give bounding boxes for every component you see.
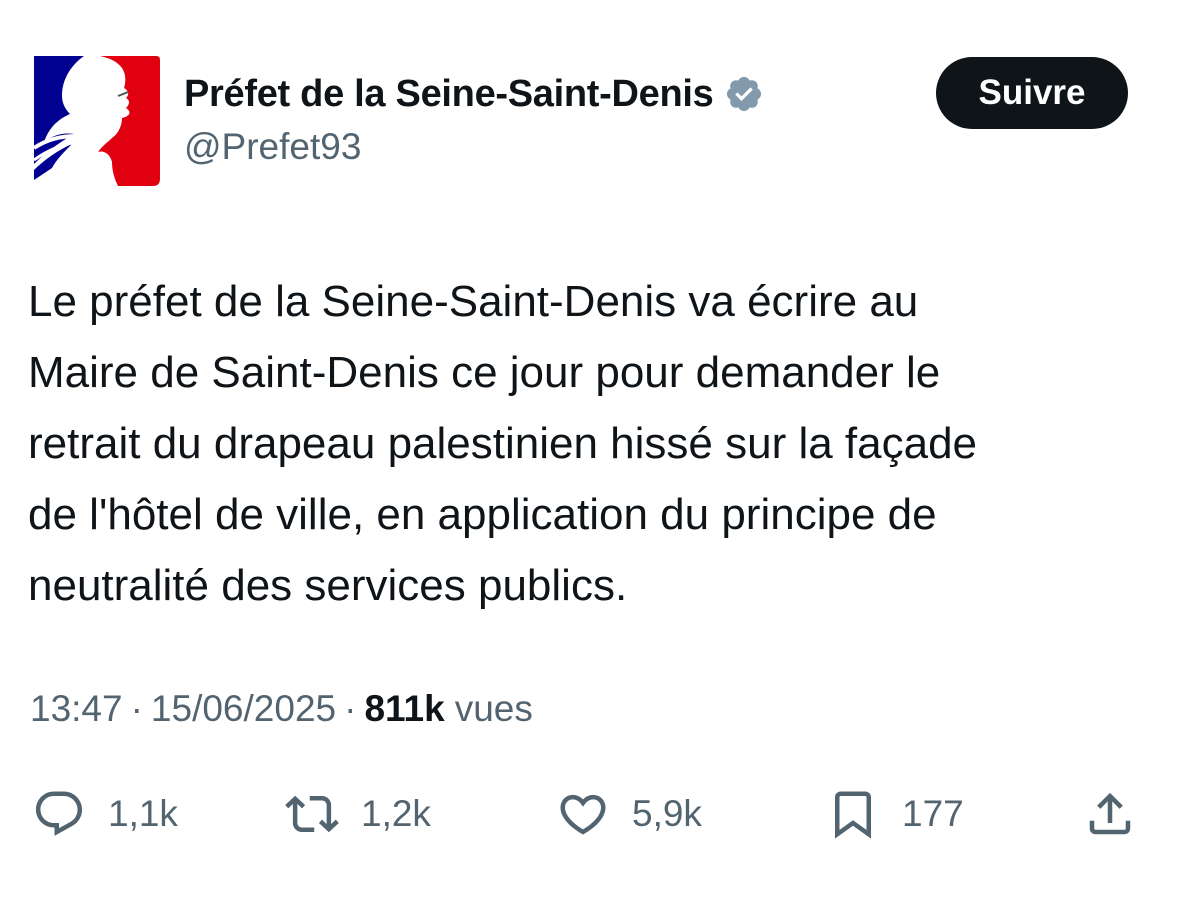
meta-separator: ·	[344, 688, 357, 729]
retweet-button[interactable]: 1,2k	[285, 786, 431, 842]
tweet-meta: 13:47 · 15/06/2025 · 811k vues	[30, 688, 533, 730]
reply-button[interactable]: 1,1k	[32, 786, 178, 842]
tweet-time[interactable]: 13:47	[30, 688, 123, 730]
views-count[interactable]: 811k	[364, 688, 444, 730]
avatar[interactable]	[26, 52, 160, 186]
tweet-text: Le préfet de la Seine-Saint-Denis va écr…	[28, 277, 978, 610]
tweet-date[interactable]: 15/06/2025	[151, 688, 336, 730]
share-button[interactable]	[1083, 786, 1137, 842]
heart-icon	[560, 794, 606, 835]
display-name-row[interactable]: Préfet de la Seine-Saint-Denis	[184, 68, 764, 120]
follow-button[interactable]: Suivre	[936, 57, 1128, 129]
retweet-count: 1,2k	[361, 793, 431, 834]
bookmark-icon	[835, 791, 871, 839]
like-button[interactable]: 5,9k	[556, 786, 702, 842]
verified-badge-icon[interactable]	[724, 74, 764, 114]
like-count: 5,9k	[632, 793, 702, 834]
display-name[interactable]: Préfet de la Seine-Saint-Denis	[184, 73, 714, 116]
user-handle[interactable]: @Prefet93	[184, 126, 361, 168]
reply-icon	[35, 791, 83, 836]
views-label: vues	[454, 688, 533, 729]
meta-separator: ·	[130, 688, 143, 729]
reply-count: 1,1k	[108, 793, 178, 834]
bookmark-button[interactable]: 177	[826, 786, 964, 842]
share-icon	[1089, 792, 1131, 835]
bookmark-count: 177	[902, 793, 964, 834]
retweet-icon	[285, 795, 339, 833]
marianne-logo-icon	[32, 56, 160, 186]
